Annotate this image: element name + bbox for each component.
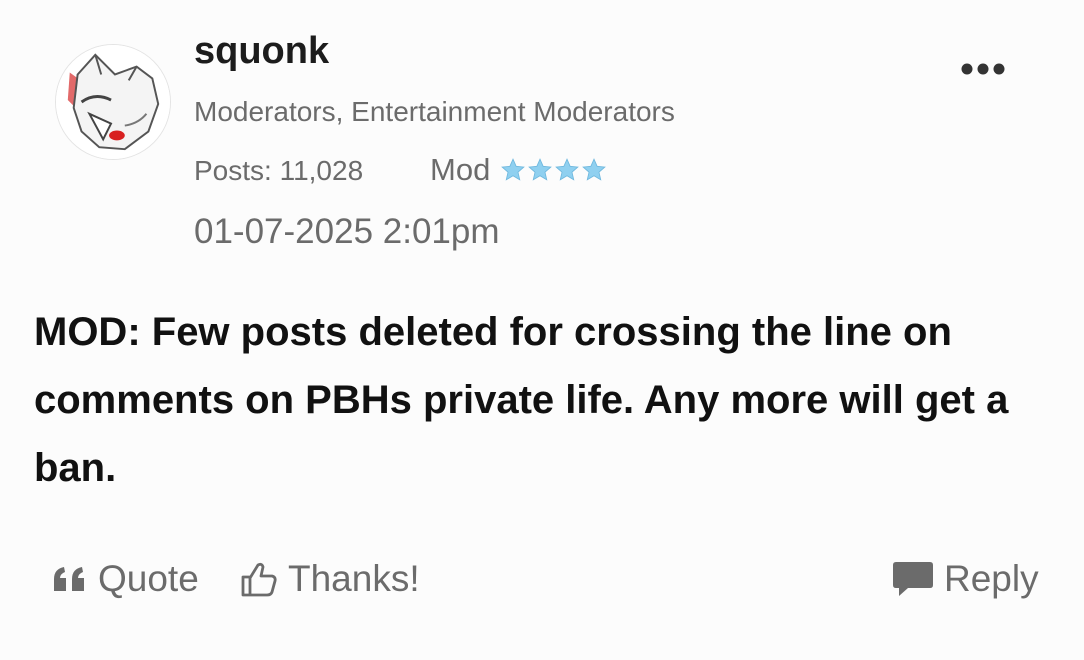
post-body: MOD: Few posts deleted for crossing the …	[34, 310, 1009, 490]
quote-label: Quote	[98, 558, 199, 599]
thumbs-up-icon	[240, 560, 278, 598]
post-timestamp: 01-07-2025 2:01pm	[194, 212, 500, 251]
post-count: Posts: 11,028	[194, 155, 364, 186]
reply-label: Reply	[944, 558, 1039, 599]
avatar-image	[56, 45, 170, 159]
more-options-button[interactable]	[955, 52, 1011, 86]
star-icon	[555, 158, 580, 181]
reply-button[interactable]: Reply	[892, 558, 1039, 600]
star-icon	[528, 158, 553, 181]
avatar[interactable]	[55, 44, 171, 160]
more-options-icon	[961, 63, 1005, 75]
user-roles: Moderators, Entertainment Moderators	[194, 96, 675, 127]
speech-bubble-icon	[892, 560, 934, 598]
thanks-label: Thanks!	[288, 558, 420, 599]
thanks-button[interactable]: Thanks!	[240, 558, 420, 600]
quote-button[interactable]: Quote	[52, 558, 199, 600]
user-rank: Mod	[430, 152, 607, 188]
star-icon	[582, 158, 607, 181]
star-icon	[501, 158, 526, 181]
rank-stars	[500, 157, 607, 183]
username[interactable]: squonk	[194, 30, 329, 73]
quote-icon	[52, 565, 88, 593]
rank-label: Mod	[430, 152, 491, 187]
